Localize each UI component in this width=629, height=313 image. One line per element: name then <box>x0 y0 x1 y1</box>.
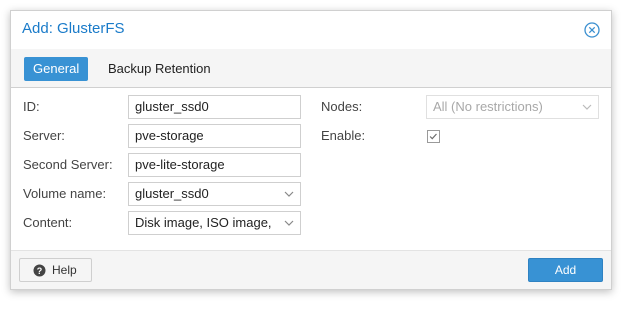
question-circle-icon: ? <box>33 264 46 277</box>
nodes-combo[interactable]: All (No restrictions) <box>426 95 599 119</box>
chevron-down-icon[interactable] <box>284 190 294 198</box>
tab-backup-retention[interactable]: Backup Retention <box>99 57 220 81</box>
nodes-value: All (No restrictions) <box>433 99 543 114</box>
add-glusterfs-dialog: Add: GlusterFS General Backup Retention … <box>10 10 612 290</box>
enable-checkbox[interactable] <box>427 130 440 143</box>
tab-general[interactable]: General <box>24 57 89 81</box>
help-button-label: Help <box>52 263 77 277</box>
second-server-label: Second Server: <box>23 157 113 172</box>
tab-bar: General Backup Retention <box>11 49 611 88</box>
chevron-down-icon[interactable] <box>582 103 592 111</box>
second-server-field[interactable] <box>128 153 301 177</box>
id-label: ID: <box>23 99 40 114</box>
id-input[interactable] <box>129 96 300 118</box>
volume-name-combo[interactable]: gluster_ssd0 <box>128 182 301 206</box>
volume-name-label: Volume name: <box>23 186 107 201</box>
enable-label: Enable: <box>321 128 366 143</box>
checkmark-icon <box>429 133 437 140</box>
dialog-title: Add: GlusterFS <box>22 20 125 37</box>
chevron-down-icon[interactable] <box>284 219 294 227</box>
close-icon[interactable] <box>584 22 600 38</box>
content-value: Disk image, ISO image, <box>135 215 272 230</box>
server-input[interactable] <box>129 125 300 147</box>
server-label: Server: <box>23 128 65 143</box>
id-field[interactable] <box>128 95 301 119</box>
content-combo[interactable]: Disk image, ISO image, <box>128 211 301 235</box>
dialog-title-bar: Add: GlusterFS <box>11 11 611 49</box>
second-server-input[interactable] <box>129 154 300 176</box>
svg-text:?: ? <box>37 266 43 276</box>
nodes-label: Nodes: <box>321 99 363 114</box>
volume-name-value: gluster_ssd0 <box>135 186 209 201</box>
general-form: ID: Server: Second Server: Volume name: … <box>11 88 611 251</box>
add-button[interactable]: Add <box>528 258 603 282</box>
content-label: Content: <box>23 215 73 230</box>
help-button[interactable]: ? Help <box>19 258 92 282</box>
server-field[interactable] <box>128 124 301 148</box>
dialog-footer: ? Help Add <box>11 250 611 289</box>
